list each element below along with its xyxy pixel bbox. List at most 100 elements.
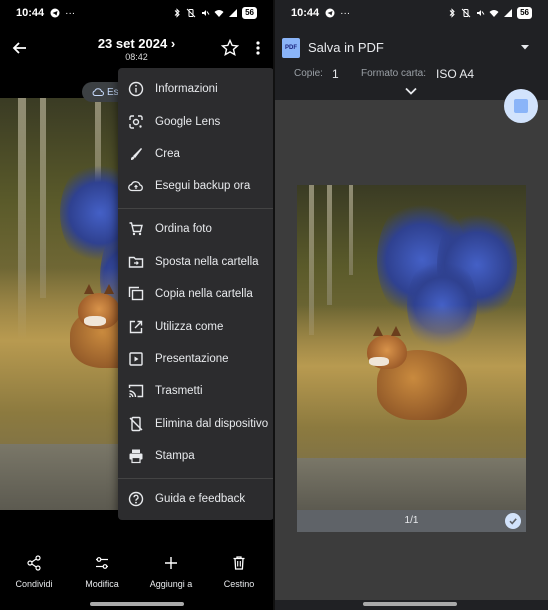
folder-move-icon xyxy=(128,256,144,268)
menu-item-label: Esegui backup ora xyxy=(155,180,251,192)
cloud-upload-icon xyxy=(92,88,104,96)
vibrate-icon xyxy=(461,8,471,18)
print-icon xyxy=(129,449,143,464)
add-to-label: Aggiungi a xyxy=(149,579,193,589)
menu-item-label: Stampa xyxy=(155,450,195,462)
cast-icon xyxy=(128,384,144,398)
telegram-icon xyxy=(50,8,60,18)
add-to-button[interactable]: Aggiungi a xyxy=(141,555,201,589)
battery-indicator: 56 xyxy=(517,7,532,19)
paper-size-label: Formato carta: xyxy=(361,68,427,79)
edit-button[interactable]: Modifica xyxy=(72,555,132,589)
menu-item-label: Elimina dal dispositivo xyxy=(155,418,269,430)
plus-icon xyxy=(165,557,177,569)
telegram-icon xyxy=(325,8,335,18)
photos-viewer-panel: 10:44 ··· 56 23 set 2024 › 08:42 Es Info… xyxy=(0,0,273,610)
menu-separator xyxy=(118,478,273,479)
menu-item-label: Presentazione xyxy=(155,353,229,365)
menu-item-label: Guida e feedback xyxy=(155,493,246,505)
delete-device-icon xyxy=(129,416,143,432)
menu-item-label: Ordina foto xyxy=(155,223,212,235)
menu-item-sposta-cartella[interactable]: Sposta nella cartella xyxy=(118,247,273,277)
menu-item-elimina-dispositivo[interactable]: Elimina dal dispositivo xyxy=(118,409,273,439)
google-lens-icon xyxy=(129,115,143,129)
download-pdf-icon xyxy=(514,99,528,113)
copy-icon xyxy=(128,286,144,301)
status-time: 10:44 xyxy=(16,7,45,19)
overflow-menu: Informazioni Google Lens Crea Esegui bac… xyxy=(118,68,273,520)
menu-item-presentazione[interactable]: Presentazione xyxy=(118,344,273,374)
bluetooth-icon xyxy=(449,8,455,18)
menu-separator xyxy=(118,208,273,209)
print-options-header: PDF Salva in PDF Copie: 1 Formato carta:… xyxy=(275,30,548,92)
mute-icon xyxy=(477,10,485,16)
status-time: 10:44 xyxy=(291,7,320,19)
menu-item-trasmetti[interactable]: Trasmetti xyxy=(118,376,273,406)
menu-item-esegui-backup[interactable]: Esegui backup ora xyxy=(118,171,273,201)
tune-icon xyxy=(96,557,108,569)
copies-label: Copie: xyxy=(294,68,323,79)
pdf-icon: PDF xyxy=(282,38,300,58)
menu-item-label: Informazioni xyxy=(155,83,218,95)
share-label: Condividi xyxy=(15,579,53,589)
signal-icon xyxy=(504,9,513,17)
printer-selector[interactable]: Salva in PDF xyxy=(308,40,384,55)
wifi-icon xyxy=(489,10,499,17)
mute-icon xyxy=(202,10,210,16)
status-more-dots: ··· xyxy=(340,7,351,19)
check-icon xyxy=(509,518,517,525)
vibrate-icon xyxy=(186,8,196,18)
brush-icon xyxy=(130,148,143,160)
photo-bottom-bar: Condividi Modifica Aggiungi a Cestino xyxy=(0,555,273,600)
trash-label: Cestino xyxy=(223,579,255,589)
bluetooth-icon xyxy=(174,8,180,18)
menu-item-ordina-foto[interactable]: Ordina foto xyxy=(118,214,273,244)
menu-item-label: Copia nella cartella xyxy=(155,288,253,300)
page-preview-image[interactable] xyxy=(297,185,526,510)
menu-item-label: Google Lens xyxy=(155,116,221,128)
page-footer: 1/1 xyxy=(297,510,526,532)
status-bar: 10:44 ··· 56 xyxy=(0,0,273,26)
menu-item-guida-feedback[interactable]: Guida e feedback xyxy=(118,484,273,514)
menu-item-informazioni[interactable]: Informazioni xyxy=(118,74,273,104)
menu-item-stampa[interactable]: Stampa xyxy=(118,441,273,471)
page-indicator: 1/1 xyxy=(404,515,419,526)
print-preview-panel: 10:44 ··· 56 PDF Salva in PDF Copie: 1 F… xyxy=(275,0,548,610)
share-icon xyxy=(27,555,41,571)
cloud-upload-icon xyxy=(128,181,143,192)
status-bar: 10:44 ··· 56 xyxy=(275,0,548,26)
menu-item-label: Sposta nella cartella xyxy=(155,256,259,268)
info-icon xyxy=(128,81,144,97)
status-more-dots: ··· xyxy=(65,7,76,19)
more-vert-icon[interactable] xyxy=(250,38,266,58)
page-selected-checkbox[interactable] xyxy=(505,513,521,529)
expand-options-chevron-icon[interactable] xyxy=(404,86,418,96)
dropdown-arrow-icon[interactable] xyxy=(520,42,530,52)
backup-chip-label: Es xyxy=(107,86,119,98)
nav-gesture-bar[interactable] xyxy=(363,602,457,606)
menu-item-label: Trasmetti xyxy=(155,385,203,397)
edit-label: Modifica xyxy=(85,579,119,589)
favorite-star-icon[interactable] xyxy=(220,38,240,58)
slideshow-icon xyxy=(129,352,143,366)
help-icon xyxy=(128,491,144,507)
menu-item-utilizza-come[interactable]: Utilizza come xyxy=(118,312,273,342)
trash-button[interactable]: Cestino xyxy=(209,555,269,589)
menu-item-crea[interactable]: Crea xyxy=(118,139,273,169)
save-pdf-button[interactable] xyxy=(504,89,538,123)
paper-size-value[interactable]: ISO A4 xyxy=(436,67,474,81)
trash-icon xyxy=(233,556,245,570)
menu-item-label: Crea xyxy=(155,148,180,160)
nav-gesture-bar[interactable] xyxy=(90,602,184,606)
battery-indicator: 56 xyxy=(242,7,257,19)
copies-value[interactable]: 1 xyxy=(332,67,339,81)
menu-item-label: Utilizza come xyxy=(155,321,224,333)
photo-top-bar: 23 set 2024 › 08:42 xyxy=(0,30,273,70)
cart-icon xyxy=(129,222,143,236)
menu-item-google-lens[interactable]: Google Lens xyxy=(118,107,273,137)
signal-icon xyxy=(229,9,238,17)
open-in-icon xyxy=(129,320,143,334)
share-button[interactable]: Condividi xyxy=(4,555,64,589)
menu-item-copia-cartella[interactable]: Copia nella cartella xyxy=(118,279,273,309)
wifi-icon xyxy=(214,10,224,17)
